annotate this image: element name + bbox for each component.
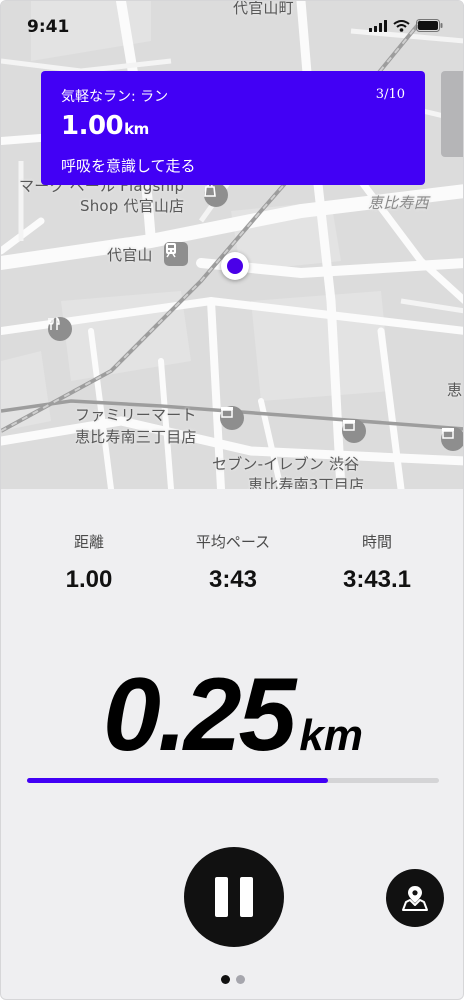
map-label-store-branch: Shop 代官山店 xyxy=(80,197,185,215)
stat-time: 時間 3:43.1 xyxy=(307,531,447,594)
stat-distance: 距離 1.00 xyxy=(19,531,159,594)
current-location-marker xyxy=(221,252,249,280)
wifi-icon xyxy=(393,19,410,32)
train-icon[interactable] xyxy=(164,242,188,266)
store-icon[interactable] xyxy=(441,427,463,451)
app-screen: 代官山町 マーク ベール Flagship Shop 代官山店 代官山 恵比寿西… xyxy=(0,0,464,1000)
step-progress-fill xyxy=(27,778,328,783)
stat-avg-pace-label: 平均ペース xyxy=(195,533,271,551)
workout-step-card[interactable]: 気軽なラン: ラン 3/10 1.00km 呼吸を意識して走る xyxy=(41,71,425,185)
signal-icon xyxy=(369,19,387,32)
map-label-edge: 恵 xyxy=(447,381,463,399)
map-label-seven: セブン-イレブン 渋谷 xyxy=(212,455,360,473)
workout-step-distance-value: 1.00 xyxy=(61,111,124,141)
side-panel-tab[interactable] xyxy=(441,71,463,157)
page-indicator[interactable] xyxy=(1,975,463,984)
map-label-familymart: ファミリーマート xyxy=(75,406,197,424)
stat-time-value: 3:43.1 xyxy=(342,566,412,593)
page-dot-1[interactable] xyxy=(221,975,230,984)
status-bar: 9:41 xyxy=(1,1,463,55)
map-label-area: 恵比寿西 xyxy=(368,194,429,212)
store-icon[interactable] xyxy=(220,406,244,430)
current-distance: 0.25 km xyxy=(1,656,463,775)
current-distance-value: 0.25 xyxy=(102,657,296,773)
workout-title: 気軽なラン: ラン xyxy=(61,89,169,105)
battery-icon xyxy=(416,19,443,32)
map-label-seven-branch: 恵比寿南3丁目店 xyxy=(248,476,365,489)
store-icon[interactable] xyxy=(342,419,366,443)
store-icon[interactable] xyxy=(204,183,228,207)
workout-step-distance: 1.00km xyxy=(61,111,149,141)
workout-instruction: 呼吸を意識して走る xyxy=(61,157,196,175)
stat-avg-pace-value: 3:43 xyxy=(208,566,258,593)
stat-distance-label: 距離 xyxy=(73,533,104,551)
run-stats: 距離 1.00 平均ペース 3:43 時間 3:43.1 xyxy=(1,531,463,611)
fork-knife-icon[interactable] xyxy=(48,317,72,341)
page-dot-2[interactable] xyxy=(236,975,245,984)
stat-avg-pace: 平均ペース 3:43 xyxy=(163,531,303,594)
map-label-familymart-branch: 恵比寿南三丁目店 xyxy=(75,428,197,446)
pause-button[interactable] xyxy=(184,847,284,947)
pause-icon xyxy=(209,877,259,917)
workout-step-counter: 3/10 xyxy=(375,87,405,102)
status-icons xyxy=(369,19,443,32)
workout-step-distance-unit: km xyxy=(124,120,149,138)
map-label-station: 代官山 xyxy=(107,246,153,264)
status-time: 9:41 xyxy=(27,17,70,37)
stat-time-label: 時間 xyxy=(361,533,392,551)
map-pin-icon xyxy=(402,886,428,911)
stat-distance-value: 1.00 xyxy=(65,566,113,593)
current-distance-unit: km xyxy=(299,711,363,760)
map-toggle-button[interactable] xyxy=(386,869,444,927)
step-progress-bar xyxy=(27,778,439,783)
